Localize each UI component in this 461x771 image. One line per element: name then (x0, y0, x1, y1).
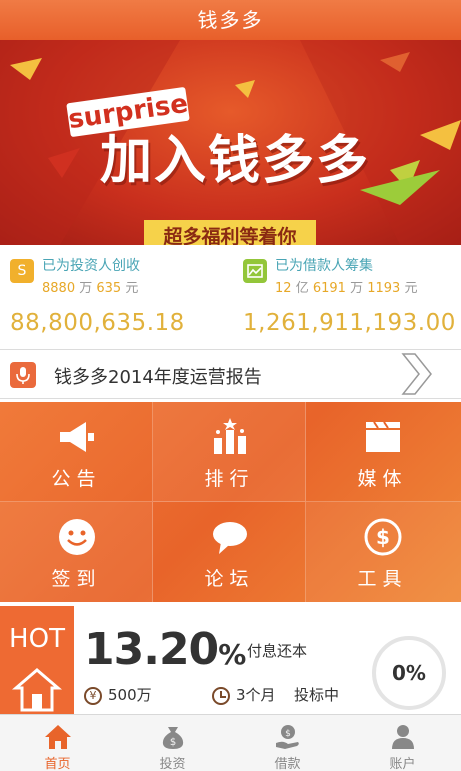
grid-item-label: 公告 (51, 468, 102, 490)
money-bag-icon: $ (162, 727, 184, 749)
calculator-icon: $ (364, 518, 402, 556)
tab-borrow[interactable]: $ 借款 (230, 715, 345, 771)
borrower-funding-breakdown: 12 亿 6191 万 1193 元 (275, 281, 418, 296)
grid-item-label: 工具 (357, 568, 408, 590)
investor-earnings-label: 已为投资人创收 (42, 258, 140, 274)
clock-icon (212, 686, 230, 705)
grid-item-media[interactable]: 媒体 (306, 402, 461, 502)
funding-progress: 0% (372, 636, 446, 710)
feature-grid: 公告 排行 媒体 签到 论坛 $ 工具 (0, 402, 461, 602)
svg-text:$: $ (170, 737, 176, 748)
ranking-icon (214, 418, 246, 454)
house-icon (12, 668, 62, 712)
tab-label: 借款 (274, 757, 301, 771)
tab-label: 投资 (159, 757, 186, 771)
app-title: 钱多多 (197, 8, 264, 32)
tab-label: 账户 (389, 757, 416, 771)
home-icon (45, 725, 71, 749)
loan-term: 3个月 (212, 684, 276, 705)
investor-earnings-breakdown: 8880 万 635 元 (42, 281, 139, 296)
chat-bubble-icon (213, 522, 247, 554)
grid-item-label: 排行 (204, 468, 255, 490)
grid-item-checkin[interactable]: 签到 (0, 502, 153, 602)
tab-label: 首页 (44, 757, 71, 771)
platform-stats: S 已为投资人创收 8880 万 635 元 88,800,635.18 已为借… (0, 245, 461, 345)
tab-home[interactable]: 首页 (0, 715, 115, 771)
hand-coin-icon: $ (276, 725, 299, 749)
megaphone-icon (60, 422, 94, 452)
smile-icon (59, 519, 95, 555)
annual-rate: 13.20% (84, 624, 246, 675)
annual-report-title: 钱多多2014年度运营报告 (54, 367, 262, 388)
grid-item-tools[interactable]: $ 工具 (306, 502, 461, 602)
banner-headline: 加入钱多多 (100, 131, 371, 191)
clapperboard-icon (366, 421, 400, 452)
banner-ribbon: 超多福利等着你 (144, 220, 316, 245)
bidding-status: 投标中 (294, 686, 340, 704)
featured-product[interactable]: HOT 13.20% 付息还本 ¥500万 3个月 投标中 0% (0, 606, 461, 716)
loan-amount: ¥500万 (84, 684, 152, 705)
annual-report-link[interactable]: 钱多多2014年度运营报告 (0, 349, 461, 399)
tab-invest[interactable]: $ 投资 (115, 715, 230, 771)
borrower-funding-total: 1,261,911,193.00 (243, 310, 456, 336)
bottom-tab-bar: 首页 $ 投资 $ 借款 账户 (0, 714, 461, 771)
grid-item-label: 媒体 (357, 468, 408, 490)
svg-text:$: $ (376, 525, 390, 549)
grid-item-announcements[interactable]: 公告 (0, 402, 153, 502)
borrower-funding-label: 已为借款人筹集 (275, 258, 373, 274)
hot-label: HOT (9, 624, 65, 654)
microphone-icon (10, 362, 36, 388)
repayment-method: 付息还本 (247, 642, 308, 660)
hot-tag: HOT (0, 606, 74, 716)
grid-item-label: 论坛 (204, 568, 255, 590)
chevron-right-icon[interactable] (395, 350, 435, 398)
chart-icon (243, 259, 267, 283)
grid-item-label: 签到 (51, 568, 102, 590)
yen-icon: ¥ (84, 686, 102, 705)
grid-item-ranking[interactable]: 排行 (153, 402, 306, 502)
app-title-bar: 钱多多 (0, 0, 461, 40)
promo-banner[interactable]: surprise 加入钱多多 超多福利等着你 (0, 40, 461, 245)
dollar-icon: S (10, 259, 34, 283)
investor-earnings-total: 88,800,635.18 (10, 310, 185, 336)
user-icon (392, 725, 414, 749)
tab-account[interactable]: 账户 (345, 715, 461, 771)
grid-item-forum[interactable]: 论坛 (153, 502, 306, 602)
svg-text:$: $ (285, 729, 291, 739)
